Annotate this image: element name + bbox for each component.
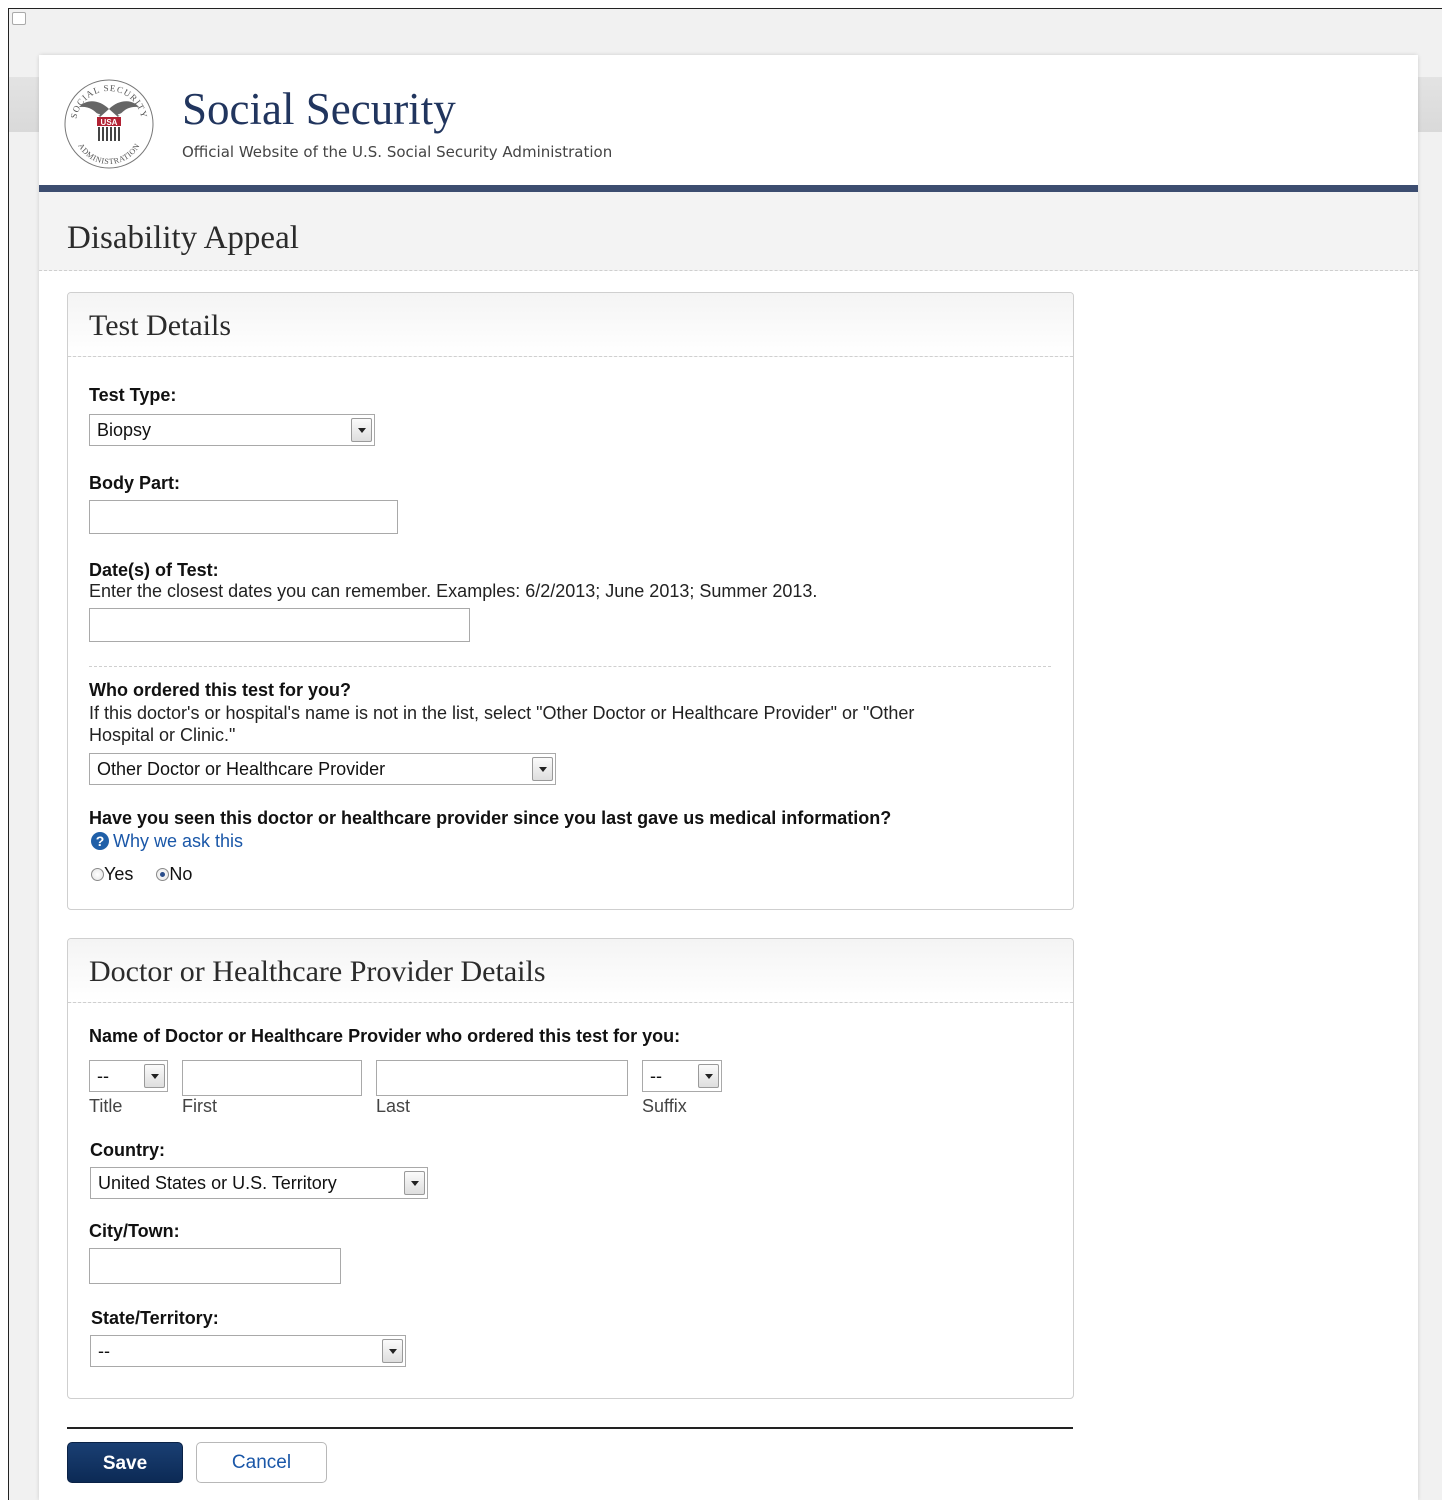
seen-since-radio-group: Yes No [91, 864, 192, 885]
why-we-ask-text: Why we ask this [113, 831, 244, 851]
first-sublabel: First [182, 1096, 217, 1116]
header-divider [39, 185, 1418, 192]
site-subtitle: Official Website of the U.S. Social Secu… [182, 143, 613, 161]
state-select[interactable]: -- [90, 1335, 406, 1367]
country-select[interactable]: United States or U.S. Territory [90, 1167, 428, 1199]
chevron-down-icon [532, 757, 553, 781]
state-value: -- [98, 1341, 110, 1361]
ordered-by-help-line1: If this doctor's or hospital's name is n… [89, 703, 915, 723]
browser-frame: SOCIAL SECURITY ADMINISTRATION USA Socia… [8, 8, 1442, 1500]
first-name-input[interactable] [182, 1060, 362, 1096]
test-details-panel: Test Details Test Type: Biopsy Body Part… [67, 292, 1074, 910]
city-label: City/Town: [89, 1221, 180, 1241]
svg-text:USA: USA [101, 118, 118, 127]
ssa-seal-logo: SOCIAL SECURITY ADMINISTRATION USA [64, 79, 154, 169]
window-corner-checkbox [12, 12, 26, 25]
chevron-down-icon [144, 1064, 165, 1088]
dates-label: Date(s) of Test: [89, 560, 219, 580]
page-title-bar: Disability Appeal [39, 192, 1418, 271]
title-select[interactable]: -- [89, 1060, 168, 1092]
test-type-value: Biopsy [97, 420, 152, 440]
save-button[interactable]: Save [67, 1442, 183, 1483]
ordered-by-help-line2: Hospital or Clinic." [89, 725, 236, 745]
suffix-select[interactable]: -- [642, 1060, 722, 1092]
ordered-by-select[interactable]: Other Doctor or Healthcare Provider [89, 753, 556, 785]
city-input[interactable] [89, 1248, 341, 1284]
cancel-button[interactable]: Cancel [196, 1442, 327, 1483]
radio-yes[interactable]: Yes [91, 864, 133, 884]
question-icon: ? [91, 832, 109, 850]
radio-button-no[interactable] [156, 868, 170, 881]
dates-input[interactable] [89, 608, 470, 642]
suffix-sublabel: Suffix [642, 1096, 687, 1116]
page-title: Disability Appeal [67, 220, 299, 256]
panel-header: Doctor or Healthcare Provider Details [68, 939, 1073, 1003]
chevron-down-icon [351, 418, 372, 442]
ordered-by-value: Other Doctor or Healthcare Provider [97, 759, 386, 779]
actions-divider [67, 1427, 1073, 1429]
test-type-select[interactable]: Biopsy [89, 414, 375, 446]
chevron-down-icon [404, 1171, 425, 1195]
state-label: State/Territory: [91, 1308, 219, 1328]
chevron-down-icon [382, 1339, 403, 1363]
title-sublabel: Title [89, 1096, 123, 1116]
title-value: -- [97, 1066, 109, 1086]
radio-no[interactable]: No [156, 864, 192, 884]
panel-title: Doctor or Healthcare Provider Details [89, 955, 546, 988]
test-type-label: Test Type: [89, 385, 177, 405]
country-label: Country: [90, 1140, 165, 1160]
chevron-down-icon [698, 1064, 719, 1088]
dates-help-text: Enter the closest dates you can remember… [89, 581, 818, 601]
panel-header: Test Details [68, 293, 1073, 357]
suffix-value: -- [650, 1066, 662, 1086]
site-title: Social Security [182, 84, 456, 134]
panel-title: Test Details [89, 309, 232, 342]
last-sublabel: Last [376, 1096, 411, 1116]
section-divider [89, 666, 1051, 667]
provider-name-label: Name of Doctor or Healthcare Provider wh… [89, 1026, 681, 1046]
radio-yes-label: Yes [104, 864, 134, 884]
radio-no-label: No [169, 864, 193, 884]
radio-button-yes[interactable] [91, 868, 104, 881]
provider-details-panel: Doctor or Healthcare Provider Details Na… [67, 938, 1074, 1399]
body-part-input[interactable] [89, 500, 398, 534]
body-part-label: Body Part: [89, 473, 181, 493]
site-header: SOCIAL SECURITY ADMINISTRATION USA Socia… [39, 55, 1418, 185]
country-value: United States or U.S. Territory [98, 1173, 337, 1193]
why-we-ask-link[interactable]: ? Why we ask this [91, 831, 243, 852]
ordered-by-label: Who ordered this test for you? [89, 680, 352, 700]
page-container: SOCIAL SECURITY ADMINISTRATION USA Socia… [39, 55, 1418, 1500]
seen-since-label: Have you seen this doctor or healthcare … [89, 808, 892, 828]
last-name-input[interactable] [376, 1060, 628, 1096]
